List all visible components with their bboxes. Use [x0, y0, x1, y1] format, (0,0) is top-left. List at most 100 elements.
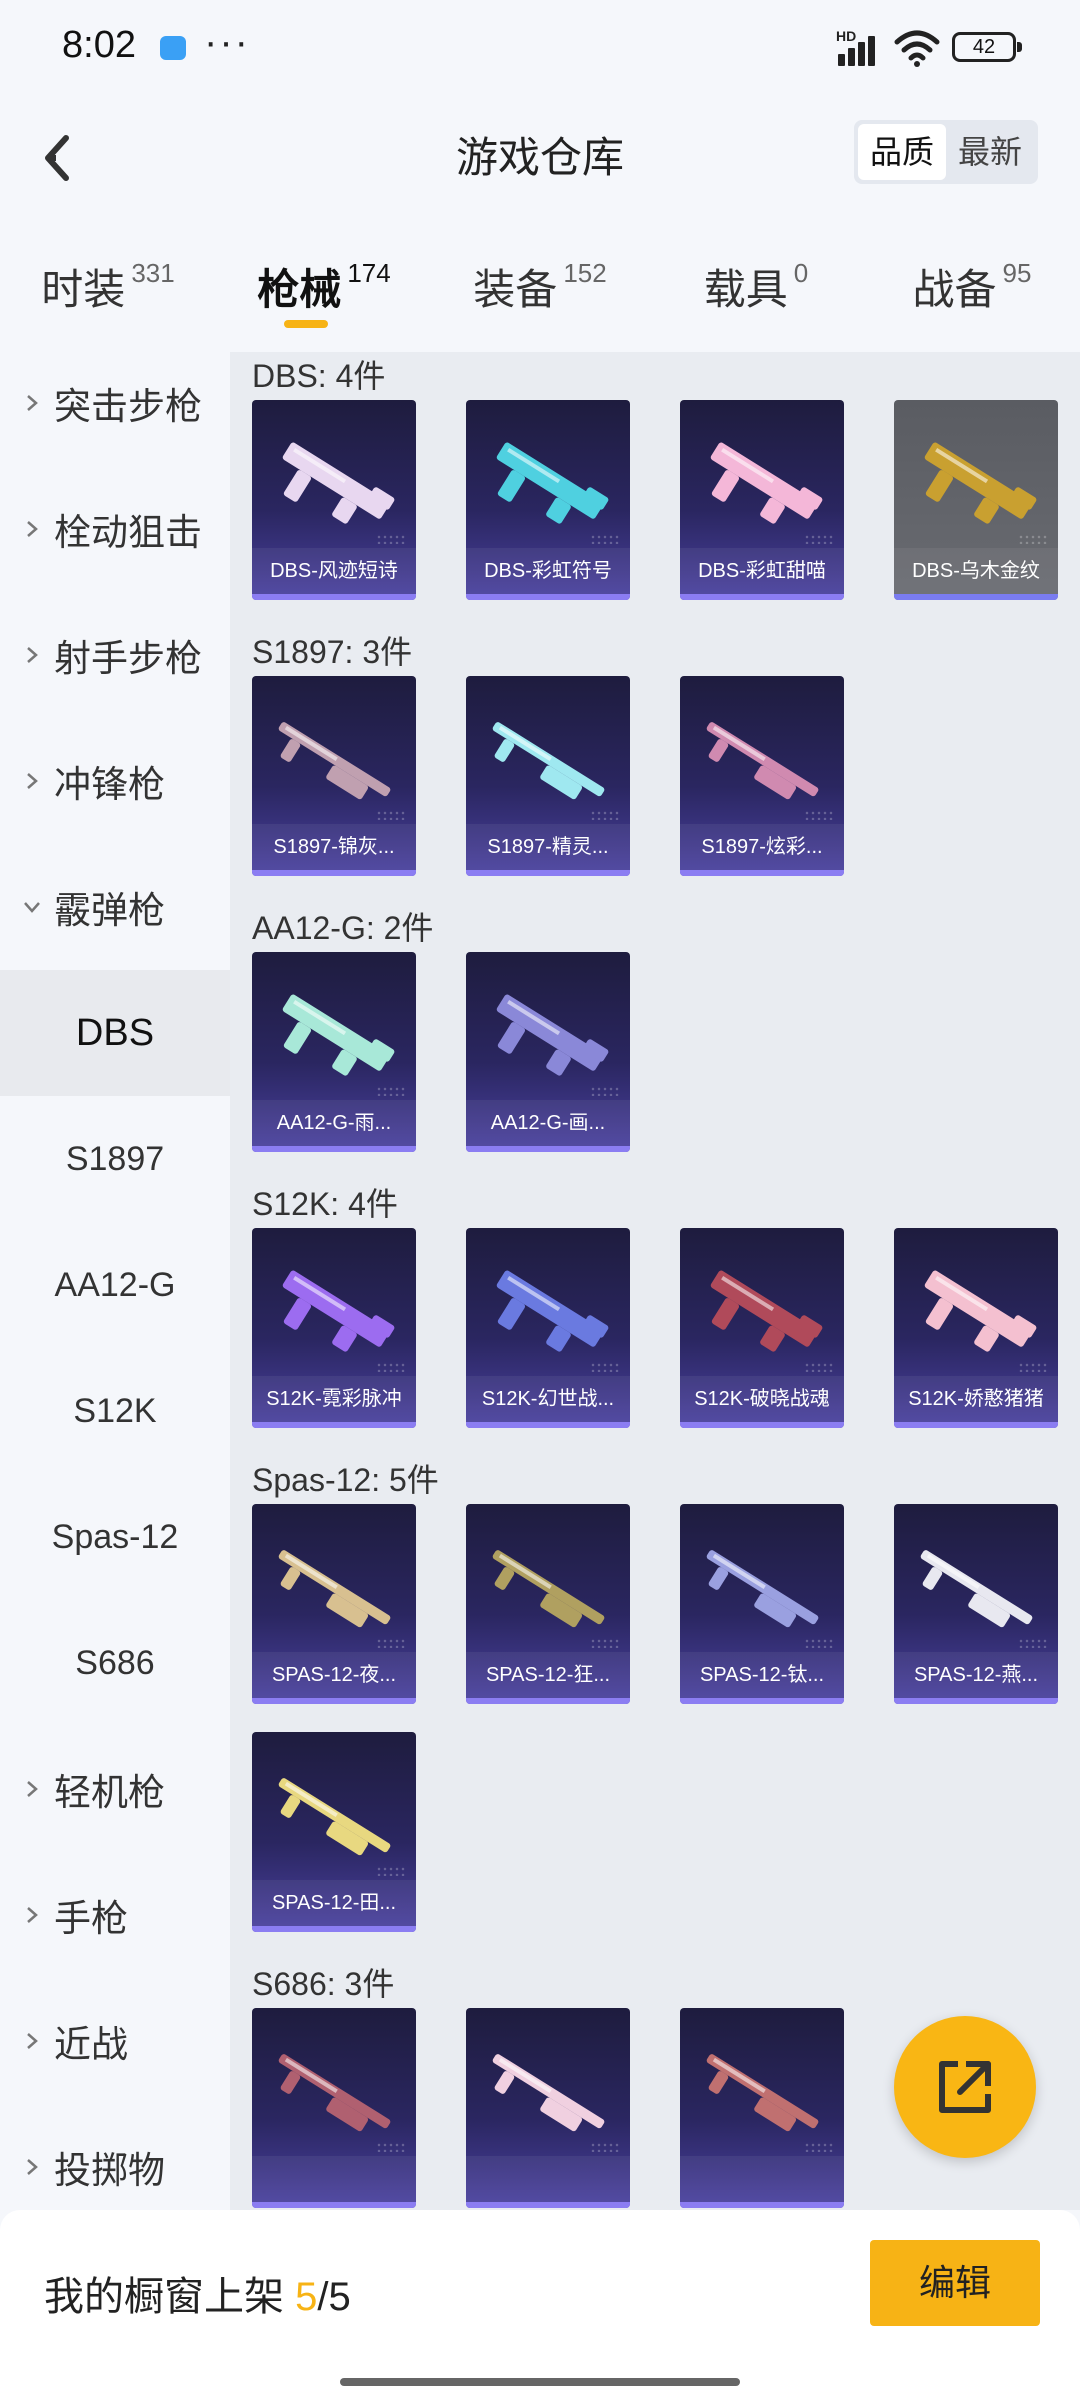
weapon-category-sidebar: 突击步枪 栓动狙击射手步枪冲锋枪 霰弹枪 DBS S1897 AA12-G S12K Spas…	[0, 340, 230, 2210]
weapon-group-title: S686: 3件	[252, 1966, 395, 2002]
weapon-skin-name: SPAS-12-狂...	[466, 1652, 630, 1698]
showcase-status: 我的橱窗上架 5/5	[44, 2264, 351, 2322]
weapon-skin-name: SPAS-12-燕...	[894, 1652, 1058, 1698]
weapon-skin-name: S1897-锦灰...	[252, 824, 416, 870]
weapon-group-title: AA12-G: 2件	[252, 910, 434, 946]
sidebar-category[interactable]: 近战	[0, 1978, 230, 2104]
sidebar-category[interactable]: 射手步枪	[0, 592, 230, 718]
chevron-down-icon	[24, 902, 40, 913]
tab-vehicles[interactable]: 载具 0	[648, 240, 864, 340]
weapon-skin-card[interactable]: S1897-锦灰...	[252, 676, 416, 876]
weapon-skin-icon	[496, 994, 609, 1076]
tab-count: 152	[563, 258, 607, 288]
weapon-skin-card[interactable]	[466, 2008, 630, 2208]
card-pattern	[590, 1086, 620, 1096]
sidebar-item-label: 近战	[54, 2024, 128, 2065]
sidebar-category[interactable]: 手枪	[0, 1852, 230, 1978]
card-pattern	[376, 810, 406, 820]
weapon-skin-name	[252, 2156, 416, 2202]
weapon-skin-card[interactable]: DBS-彩虹符号	[466, 400, 630, 600]
sidebar-subcategory[interactable]: S686	[0, 1600, 230, 1726]
weapon-skin-card[interactable]: AA12-G-画...	[466, 952, 630, 1152]
sort-quality-button[interactable]: 品质	[858, 124, 946, 180]
rarity-bar	[252, 870, 416, 876]
rarity-bar	[466, 2202, 630, 2208]
weapon-skin-card[interactable]: S1897-精灵...	[466, 676, 630, 876]
weapon-skin-name: DBS-乌木金纹	[894, 548, 1058, 594]
share-button[interactable]	[894, 2016, 1036, 2158]
sidebar-category[interactable]: 霰弹枪	[0, 844, 230, 970]
weapon-skin-card[interactable]: S12K-娇憨猪猪	[894, 1228, 1058, 1428]
rarity-bar	[894, 1422, 1058, 1428]
tab-label: 战备	[912, 266, 997, 313]
weapon-skin-card[interactable]: DBS-乌木金纹	[894, 400, 1058, 600]
home-indicator[interactable]	[340, 2378, 740, 2386]
sort-latest-button[interactable]: 最新	[946, 124, 1034, 180]
rarity-bar	[252, 1422, 416, 1428]
sidebar-category[interactable]: 突击步枪	[0, 340, 230, 466]
rarity-bar	[680, 870, 844, 876]
weapon-skin-name: DBS-彩虹甜喵	[680, 548, 844, 594]
rarity-bar	[252, 594, 416, 600]
card-pattern	[590, 1638, 620, 1648]
card-pattern	[1018, 1362, 1048, 1372]
tab-fashion[interactable]: 时装 331	[0, 240, 216, 340]
weapon-skin-name	[466, 2156, 630, 2202]
card-pattern	[376, 1866, 406, 1876]
wifi-icon	[894, 30, 940, 67]
weapon-skin-card[interactable]: SPAS-12-燕...	[894, 1504, 1058, 1704]
rarity-bar	[894, 594, 1058, 600]
weapon-skin-icon	[496, 1270, 609, 1352]
sidebar-category[interactable]: 冲锋枪	[0, 718, 230, 844]
sidebar-category[interactable]: 轻机枪	[0, 1726, 230, 1852]
weapon-skin-card[interactable]: S12K-幻世战...	[466, 1228, 630, 1428]
sort-toggle: 品质 最新	[854, 120, 1038, 184]
tab-firearms[interactable]: 枪械 174	[216, 240, 432, 340]
weapon-skin-icon	[282, 442, 395, 524]
weapon-skin-card[interactable]: S12K-破晓战魂	[680, 1228, 844, 1428]
weapon-skin-card[interactable]: SPAS-12-田...	[252, 1732, 416, 1932]
card-pattern	[376, 1362, 406, 1372]
sidebar-subcategory[interactable]: S1897	[0, 1096, 230, 1222]
weapon-skin-card[interactable]: SPAS-12-狂...	[466, 1504, 630, 1704]
weapon-skin-card[interactable]: SPAS-12-钛...	[680, 1504, 844, 1704]
sidebar-item-label: 射手步枪	[54, 638, 202, 679]
edit-button[interactable]: 编辑	[870, 2240, 1040, 2326]
weapon-skin-card[interactable]	[252, 2008, 416, 2208]
tab-label: 装备	[473, 266, 558, 313]
weapon-skin-icon	[278, 1550, 391, 1628]
weapon-skin-icon	[282, 1270, 395, 1352]
sidebar-subcategory[interactable]: S12K	[0, 1348, 230, 1474]
chevron-right-icon	[27, 2159, 38, 2175]
tab-equipment[interactable]: 装备 152	[432, 240, 648, 340]
weapon-skin-card[interactable]: SPAS-12-夜...	[252, 1504, 416, 1704]
chevron-right-icon	[27, 395, 38, 411]
weapon-group-title: Spas-12: 5件	[252, 1462, 439, 1498]
weapon-group-title: DBS: 4件	[252, 358, 386, 394]
sidebar-subcategory[interactable]: DBS	[0, 970, 230, 1096]
weapon-skin-card[interactable]: S12K-霓彩脉冲	[252, 1228, 416, 1428]
rarity-bar	[680, 1422, 844, 1428]
sidebar-item-label: 手枪	[54, 1898, 128, 1939]
weapon-skin-card[interactable]: AA12-G-雨...	[252, 952, 416, 1152]
share-external-icon	[939, 2061, 991, 2113]
weapon-skin-icon	[706, 722, 819, 800]
card-pattern	[804, 1362, 834, 1372]
rarity-bar	[680, 2202, 844, 2208]
more-notifications-icon: ···	[204, 20, 250, 64]
weapon-skin-card[interactable]: DBS-彩虹甜喵	[680, 400, 844, 600]
weapon-skin-card[interactable]: S1897-炫彩...	[680, 676, 844, 876]
app-header: 游戏仓库 品质 最新	[0, 100, 1080, 210]
rarity-bar	[680, 1698, 844, 1704]
sidebar-subcategory[interactable]: AA12-G	[0, 1222, 230, 1348]
weapon-skin-card[interactable]	[680, 2008, 844, 2208]
tab-supplies[interactable]: 战备 95	[864, 240, 1080, 340]
sidebar-category[interactable]: 栓动狙击	[0, 466, 230, 592]
card-pattern	[590, 810, 620, 820]
showcase-label: 我的橱窗上架	[44, 2275, 284, 2319]
rarity-bar	[894, 1698, 1058, 1704]
inventory-content: DBS: 4件 DBS-风迹短诗 DBS-彩虹符号 DBS-彩虹甜喵 DBS-乌木金纹 S…	[230, 352, 1080, 2210]
sidebar-category[interactable]: 投掷物	[0, 2104, 230, 2210]
sidebar-subcategory[interactable]: Spas-12	[0, 1474, 230, 1600]
weapon-skin-card[interactable]: DBS-风迹短诗	[252, 400, 416, 600]
